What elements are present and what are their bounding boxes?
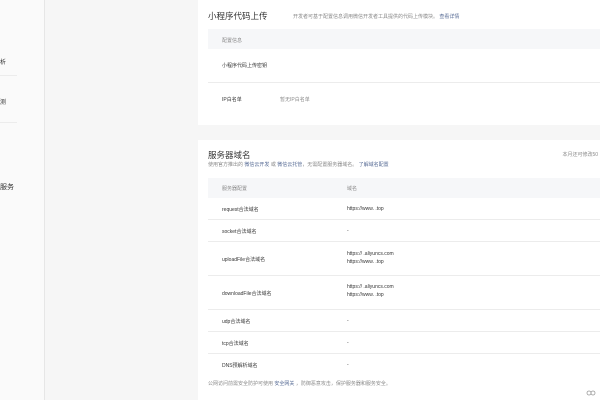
row-domain: https://www. .top [347,292,384,298]
cloud-dev-link[interactable]: 微信云开发 [244,162,269,168]
row-domain: - [347,228,349,234]
col-domain: 域名 [347,186,358,192]
server-domain-panel: 服务器域名 本月还可修改50 使用官方推出的 微信云开发 或 微信云托管，无需配… [198,140,600,400]
security-footer: 公网访问前需安全防护可使用 安全网关 ，防御恶意攻击，保护服务器和服务安全。 [208,380,391,387]
desc-prefix: 使用官方推出的 [208,162,244,168]
sidebar-item-service[interactable]: 服务 [0,182,14,192]
table-row: uploadFile合法域名 https:// .aliyuncs.com ht… [208,242,600,276]
toolbar-icon[interactable] [586,389,596,397]
col-server-config: 服务器配置 [222,186,248,192]
security-gateway-link[interactable]: 安全网关 [274,381,294,387]
month-modify-note: 本月还可修改50 [562,152,598,158]
sidebar-item-test[interactable]: 测 [0,97,6,106]
row-name: downloadFile合法域名 [222,291,272,297]
domain-config-link[interactable]: 了解域名配置 [359,162,389,168]
tool-icon-svg [586,390,596,396]
ip-whitelist-value: 暂无IP白名单 [280,97,310,103]
row-domain: - [347,362,349,368]
table-row: udp合法域名 - [208,310,600,332]
ip-whitelist-label: IP白名单 [222,97,242,103]
ip-whitelist-row: IP白名单 暂无IP白名单 [208,83,600,115]
footer-prefix: 公网访问前需安全防护可使用 [208,381,274,387]
upload-key-row: 小程序代码上传密钥 [208,49,600,83]
desc-suffix: ，无需配置服务器域名。 [302,162,358,168]
row-name: socket合法域名 [222,229,257,235]
config-header-label: 配置信息 [222,38,243,44]
upload-key-label: 小程序代码上传密钥 [222,63,268,69]
row-domain: https://www. .top [347,259,384,265]
code-upload-detail-link[interactable]: 查看详情 [439,14,459,20]
server-domain-title: 服务器域名 [208,150,251,160]
code-upload-subtitle: 开发者可基于配置信息调用微信开发者工具提供的代码上传模块。 查看详情 [293,13,459,20]
row-domain: https:// .aliyuncs.com [347,284,394,290]
table-row: request合法域名 https://www. .top [208,198,600,220]
row-domain: https://www. .top [347,206,384,212]
row-name: tcp合法域名 [222,341,249,347]
sidebar-divider [0,122,17,123]
row-name: request合法域名 [222,207,259,213]
row-name: uploadFile合法域名 [222,257,266,263]
row-name: DNS预解析域名 [222,363,258,369]
desc-or: 或 [270,162,276,168]
row-domain: - [347,340,349,346]
sidebar-divider [0,75,17,76]
code-upload-subtitle-text: 开发者可基于配置信息调用微信开发者工具提供的代码上传模块。 [293,14,439,20]
row-domain: - [347,318,349,324]
cloud-hosting-link[interactable]: 微信云托管 [277,162,302,168]
sidebar-item-analysis[interactable]: 析 [0,57,6,66]
table-row: socket合法域名 - [208,220,600,242]
code-upload-title: 小程序代码上传 [208,11,268,21]
footer-suffix: ，防御恶意攻击，保护服务器和服务安全。 [295,381,391,387]
server-domain-desc: 使用官方推出的 微信云开发 或 微信云托管，无需配置服务器域名。 了解域名配置 [208,161,389,168]
config-table-header: 配置信息 [208,29,600,49]
table-row: tcp合法域名 - [208,332,600,354]
code-upload-panel: 小程序代码上传 开发者可基于配置信息调用微信开发者工具提供的代码上传模块。 查看… [198,0,600,125]
table-row: downloadFile合法域名 https:// .aliyuncs.com … [208,276,600,310]
domain-table-header: 服务器配置 域名 [208,178,600,198]
row-domain: https:// .aliyuncs.com [347,251,394,257]
row-name: udp合法域名 [222,319,251,325]
left-sidebar: 析 测 服务 [0,0,45,400]
table-row: DNS预解析域名 - [208,354,600,375]
